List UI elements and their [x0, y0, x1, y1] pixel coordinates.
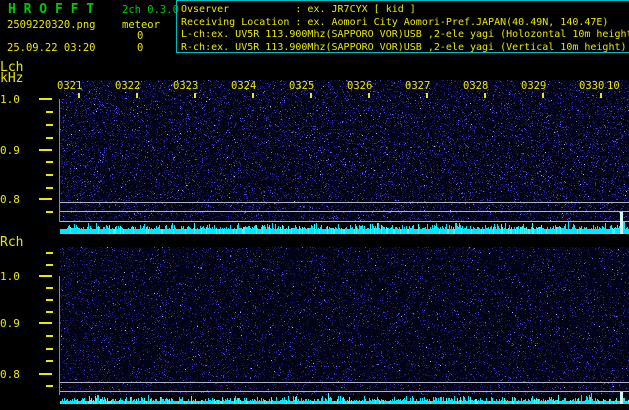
- time-label-0325: 0325: [289, 80, 315, 92]
- lch-freq-minor-tick: [46, 174, 53, 176]
- lch-trace-canvas: [60, 210, 629, 234]
- time-tick: [368, 93, 370, 98]
- rch-channel-label: Rch: [0, 235, 24, 250]
- rch-freq-label-0.8: 0.8: [0, 368, 20, 381]
- app-title: H R O F F T: [8, 2, 95, 17]
- info-line-4: R-ch:ex. UV5R 113.900Mhz(SAPPORO VOR)USB…: [181, 41, 627, 53]
- rch-freq-minor-tick: [46, 335, 53, 337]
- info-line-1: Ovserver : ex. JR7CYX [ kid ]: [181, 4, 416, 15]
- rch-freq-minor-tick: [46, 252, 53, 254]
- lch-freq-minor-tick: [46, 161, 53, 163]
- time-label-0324: 0324: [231, 80, 257, 92]
- lch-freq-minor-tick: [46, 111, 53, 113]
- time-tick: [78, 93, 80, 98]
- rch-calibration-line: [60, 382, 629, 383]
- rch-freq-major-tick: [39, 373, 52, 375]
- lch-freq-major-tick: [39, 149, 52, 151]
- time-label-0329: 0329: [521, 80, 547, 92]
- rch-freq-label-0.9: 0.9: [0, 317, 20, 330]
- rch-freq-minor-tick: [46, 385, 53, 387]
- lch-freq-major-tick: [39, 98, 52, 100]
- time-label-0330: 0330: [579, 80, 605, 92]
- time-label-0321: 0321: [57, 80, 83, 92]
- lch-calibration-line: [60, 202, 629, 203]
- time-tick: [484, 93, 486, 98]
- rch-freq-label-1.0: 1.0: [0, 270, 20, 283]
- time-tick: [194, 93, 196, 98]
- time-tick: [136, 93, 138, 98]
- time-label-0322: 0322: [115, 80, 141, 92]
- version-label: 2ch 0.3.0: [122, 4, 179, 16]
- rch-freq-minor-tick: [46, 299, 53, 301]
- info-line-3: L-ch:ex. UV5R 113.900Mhz(SAPPORO VOR)USB…: [181, 29, 629, 41]
- rch-freq-minor-tick: [46, 348, 53, 350]
- rch-spectrogram-canvas: [60, 247, 629, 395]
- lch-freq-label-1.0: 1.0: [0, 93, 20, 106]
- time-tick: [310, 93, 312, 98]
- time-label-0323: 0323: [173, 80, 199, 92]
- lch-freq-minor-tick: [46, 187, 53, 189]
- time-label-clipped: 10: [607, 80, 620, 92]
- time-tick: [426, 93, 428, 98]
- lch-spectrogram-canvas: [60, 80, 629, 222]
- meteor-count-2: 0: [137, 42, 144, 54]
- datetime-label: 25.09.22 03:20: [7, 42, 96, 54]
- lch-freq-label-0.9: 0.9: [0, 144, 20, 157]
- rch-trace-canvas: [60, 384, 629, 404]
- rch-freq-minor-tick: [46, 287, 53, 289]
- time-tick: [252, 93, 254, 98]
- rch-freq-minor-tick: [46, 360, 53, 362]
- meteor-count-1: 0: [137, 30, 144, 42]
- time-label-0326: 0326: [347, 80, 373, 92]
- rch-freq-major-tick: [39, 275, 52, 277]
- lch-unit-label: kHz: [0, 71, 24, 86]
- time-label-0327: 0327: [405, 80, 431, 92]
- time-label-0328: 0328: [463, 80, 489, 92]
- rch-freq-minor-tick: [46, 264, 53, 266]
- lch-freq-minor-tick: [46, 137, 53, 139]
- lch-freq-label-0.8: 0.8: [0, 193, 20, 206]
- hrofft-screen: H R O F F T 2ch 0.3.0 2509220320.png met…: [0, 0, 629, 410]
- lch-axis-line: [59, 99, 60, 222]
- lch-freq-major-tick: [39, 198, 52, 200]
- lch-freq-minor-tick: [46, 124, 53, 126]
- info-box: Ovserver : ex. JR7CYX [ kid ] Receiving L…: [176, 0, 629, 53]
- filename-label: 2509220320.png: [7, 19, 96, 31]
- lch-freq-minor-tick: [46, 211, 53, 213]
- rch-freq-minor-tick: [46, 311, 53, 313]
- rch-axis-line: [59, 276, 60, 395]
- rch-freq-major-tick: [39, 322, 52, 324]
- info-line-2: Receiving Location : ex. Aomori City Aom…: [181, 16, 609, 28]
- time-tick: [542, 93, 544, 98]
- time-tick: [600, 93, 602, 98]
